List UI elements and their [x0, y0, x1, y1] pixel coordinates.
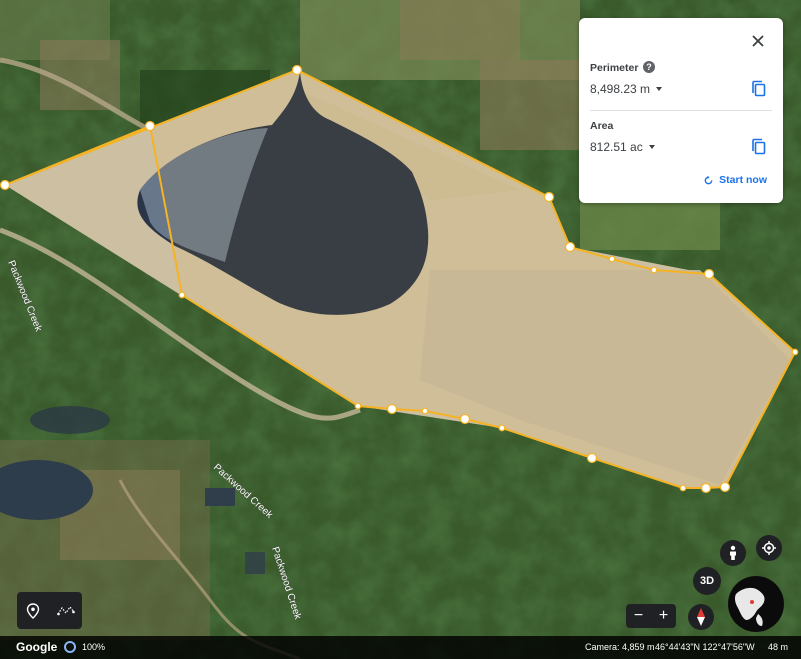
area-value: 812.51 ac	[590, 140, 643, 154]
copy-area-button[interactable]	[751, 138, 767, 156]
polygon-vertex-handle[interactable]	[144, 120, 156, 132]
polygon-vertex-handle[interactable]	[564, 241, 576, 253]
polygon-vertex-handle[interactable]	[354, 402, 362, 410]
polygon-vertex-handle[interactable]	[386, 403, 398, 415]
my-location-button[interactable]	[756, 535, 782, 561]
globe-icon	[729, 577, 783, 631]
copy-icon	[752, 138, 766, 155]
polygon-vertex-handle[interactable]	[679, 484, 687, 492]
loading-indicator-icon	[64, 641, 76, 653]
camera-altitude: Camera: 4,859 m	[585, 642, 655, 652]
compass-button[interactable]	[688, 604, 714, 630]
google-logo: Google	[16, 640, 58, 654]
street-view-button[interactable]	[720, 540, 746, 566]
perimeter-unit-dropdown[interactable]: 8,498.23 m	[590, 82, 663, 96]
zoom-out-button[interactable]: −	[634, 604, 643, 628]
polygon-vertex-handle[interactable]	[703, 268, 715, 280]
polygon-vertex-handle[interactable]	[498, 424, 506, 432]
coordinates: 46°44'43"N 122°47'56"W	[655, 642, 755, 652]
place-pin-icon	[27, 602, 40, 619]
polygon-vertex-handle[interactable]	[608, 255, 616, 263]
polygon-vertex-handle[interactable]	[650, 266, 658, 274]
path-icon	[56, 605, 75, 615]
perimeter-value: 8,498.23 m	[590, 82, 651, 96]
scale-readout: 48 m	[768, 642, 789, 652]
toggle-3d-button[interactable]: 3D	[693, 567, 721, 595]
refresh-icon	[704, 175, 713, 184]
start-new-button[interactable]: Start now	[703, 174, 767, 186]
polygon-vertex-handle[interactable]	[586, 452, 598, 464]
polygon-vertex-handle[interactable]	[791, 348, 799, 356]
polygon-vertex-handle[interactable]	[291, 64, 303, 76]
zoom-percent: 100%	[82, 642, 106, 652]
zoom-in-button[interactable]: +	[659, 604, 668, 628]
polygon-vertex-handle[interactable]	[0, 179, 11, 191]
help-icon[interactable]: ?	[643, 61, 655, 73]
my-location-icon	[762, 541, 776, 555]
polygon-vertex-handle[interactable]	[178, 291, 186, 299]
pegman-icon	[730, 545, 736, 560]
polygon-vertex-handle[interactable]	[459, 413, 471, 425]
close-icon	[752, 35, 764, 47]
measure-tool-box	[17, 592, 82, 629]
polygon-vertex-handle[interactable]	[543, 191, 555, 203]
area-unit-dropdown[interactable]: 812.51 ac	[590, 140, 655, 154]
draw-path-button[interactable]	[55, 600, 77, 622]
globe-minimap[interactable]	[728, 576, 784, 632]
perimeter-label: Perimeter	[590, 62, 639, 74]
chevron-down-icon	[648, 145, 655, 149]
place-pin-button[interactable]	[22, 600, 44, 622]
compass-icon	[697, 608, 705, 626]
copy-perimeter-button[interactable]	[751, 80, 767, 98]
zoom-controls: − +	[626, 604, 676, 628]
copy-icon	[752, 80, 766, 97]
area-label: Area	[590, 120, 614, 132]
polygon-vertex-handle[interactable]	[719, 481, 731, 493]
panel-divider	[590, 110, 772, 111]
close-button[interactable]	[747, 30, 769, 52]
polygon-vertex-handle[interactable]	[700, 482, 712, 494]
start-new-label: Start now	[719, 174, 767, 186]
chevron-down-icon	[656, 87, 663, 91]
status-bar: Google 100% Camera: 4,859 m 46°44'43"N 1…	[0, 636, 801, 659]
polygon-vertex-handle[interactable]	[421, 407, 429, 415]
measure-panel: Perimeter ? 8,498.23 m Area 812.51 ac St…	[579, 18, 783, 203]
